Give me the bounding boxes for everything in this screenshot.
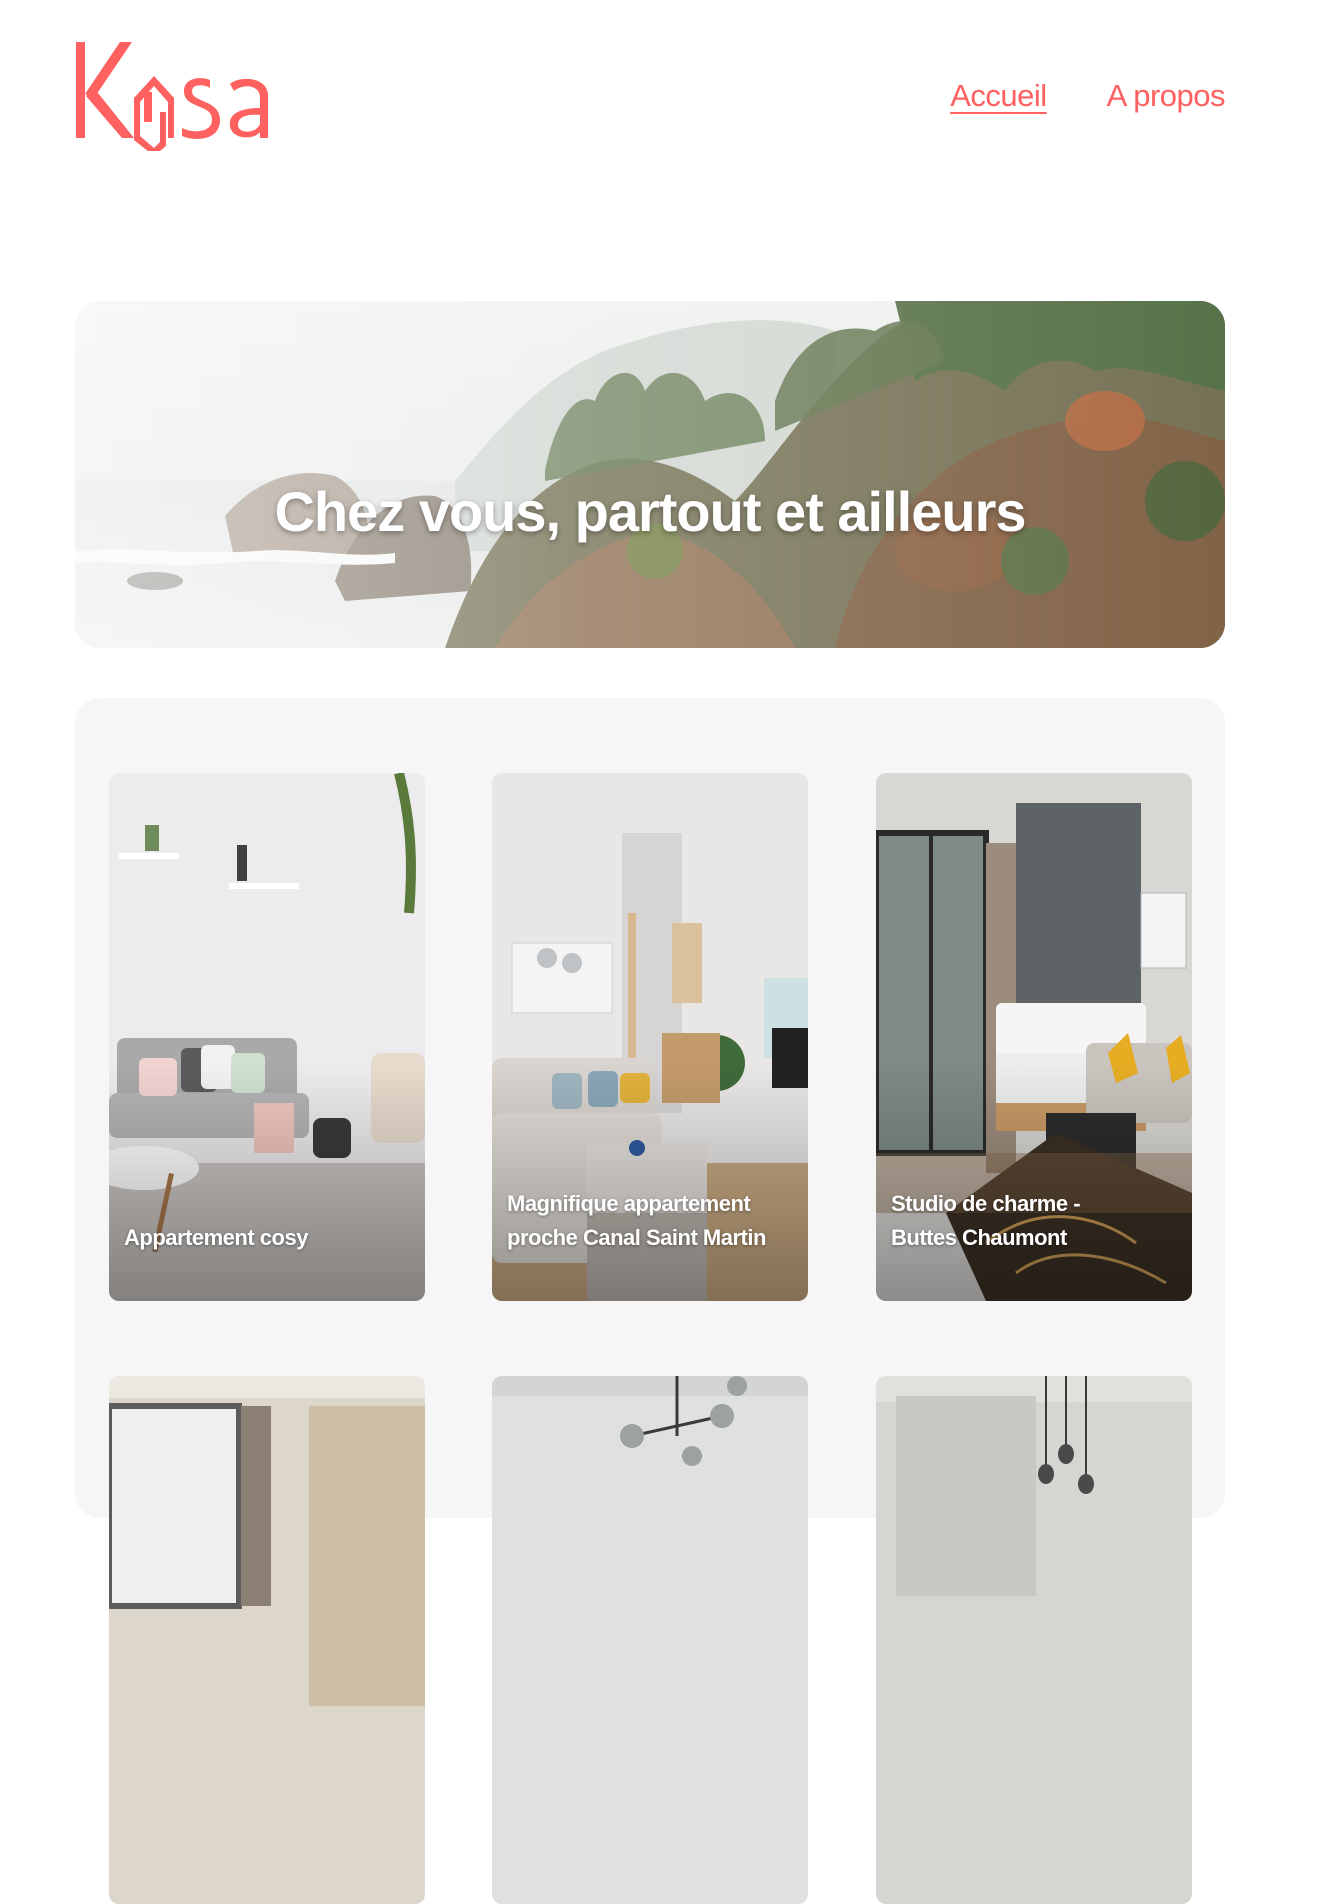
- listing-card[interactable]: [492, 1376, 808, 1904]
- listing-card[interactable]: [109, 1376, 425, 1904]
- listing-photo-pendant-lights: [876, 1376, 1192, 1904]
- listing-card[interactable]: Magnifique appartement proche Canal Sain…: [492, 773, 808, 1301]
- listings-gallery: Appartement cosy Magnifique appartement …: [75, 698, 1225, 1904]
- listing-photo-chandelier: [492, 1376, 808, 1904]
- nav-link-accueil[interactable]: Accueil: [950, 78, 1047, 114]
- listing-card[interactable]: Appartement cosy: [109, 773, 425, 1301]
- hero-banner: Chez vous, partout et ailleurs: [75, 301, 1225, 648]
- listing-title: Studio de charme - Buttes Chaumont: [891, 1190, 1081, 1250]
- kasa-logo-graphic: [76, 42, 268, 151]
- banner-overlay: [75, 301, 1225, 648]
- site-header: Accueil A propos: [0, 0, 1323, 170]
- banner-title: Chez vous, partout et ailleurs: [274, 479, 1026, 543]
- listing-photo-room: [109, 1376, 425, 1904]
- listing-title: Magnifique appartement proche Canal Sain…: [507, 1190, 766, 1250]
- main-nav: Accueil A propos: [950, 78, 1225, 114]
- listing-card[interactable]: Studio de charme - Buttes Chaumont: [876, 773, 1192, 1301]
- listing-title: Appartement cosy: [124, 1224, 308, 1250]
- listing-card[interactable]: [876, 1376, 1192, 1904]
- nav-link-a-propos[interactable]: A propos: [1107, 78, 1226, 114]
